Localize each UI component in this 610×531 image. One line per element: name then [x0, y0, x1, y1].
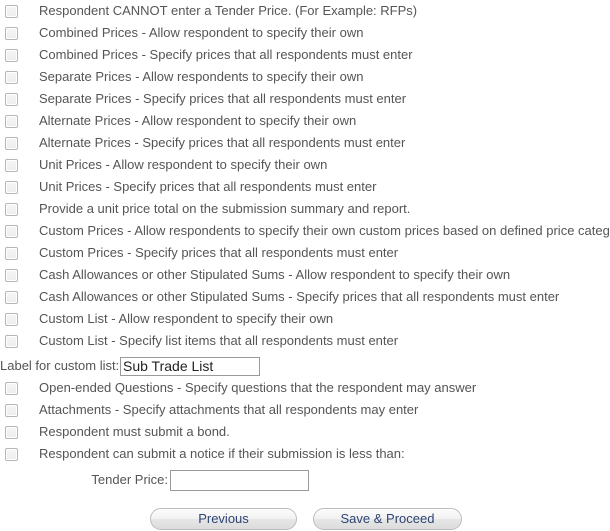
- option-row: Cash Allowances or other Stipulated Sums…: [0, 264, 610, 286]
- form-actions: Previous Save & Proceed: [0, 508, 610, 530]
- checkbox-respondent-can-submit-notice[interactable]: [5, 447, 18, 461]
- option-label[interactable]: Separate Prices - Allow respondents to s…: [39, 69, 363, 85]
- previous-button[interactable]: Previous: [150, 508, 297, 530]
- option-row: Respondent must submit a bond.: [0, 421, 610, 443]
- pricing-options-list: Respondent CANNOT enter a Tender Price. …: [0, 0, 610, 352]
- option-label[interactable]: Combined Prices - Specify prices that al…: [39, 47, 413, 63]
- checkbox-unit-prices-specify-prices[interactable]: [5, 180, 18, 194]
- option-label[interactable]: Unit Prices - Specify prices that all re…: [39, 179, 376, 195]
- checkbox-unit-price-total-on-summary[interactable]: [5, 202, 18, 216]
- checkbox-cash-allowances-specify-prices[interactable]: [5, 290, 18, 304]
- checkbox-respondent-cannot-enter-tender-price[interactable]: [5, 4, 18, 18]
- checkbox-separate-prices-allow-respondents[interactable]: [5, 70, 18, 84]
- checkbox-alternate-prices-allow-respondent[interactable]: [5, 114, 18, 128]
- option-label[interactable]: Respondent must submit a bond.: [39, 424, 230, 440]
- option-label[interactable]: Alternate Prices - Specify prices that a…: [39, 135, 405, 151]
- custom-list-label-row: Label for custom list:: [0, 355, 610, 377]
- option-label[interactable]: Respondent can submit a notice if their …: [39, 446, 405, 462]
- custom-list-label-input[interactable]: [120, 356, 260, 376]
- option-row: Combined Prices - Specify prices that al…: [0, 44, 610, 66]
- tender-price-row: Tender Price:: [0, 469, 610, 491]
- option-row: Attachments - Specify attachments that a…: [0, 399, 610, 421]
- option-label[interactable]: Attachments - Specify attachments that a…: [39, 402, 418, 418]
- option-row: Open-ended Questions - Specify questions…: [0, 377, 610, 399]
- option-label[interactable]: Provide a unit price total on the submis…: [39, 201, 410, 217]
- tender-price-label: Tender Price:: [91, 472, 168, 487]
- checkbox-custom-list-allow-respondent[interactable]: [5, 312, 18, 326]
- option-row: Custom Prices - Specify prices that all …: [0, 242, 610, 264]
- option-row: Provide a unit price total on the submis…: [0, 198, 610, 220]
- option-label[interactable]: Open-ended Questions - Specify questions…: [39, 380, 476, 396]
- checkbox-combined-prices-specify-prices[interactable]: [5, 48, 18, 62]
- option-row: Unit Prices - Specify prices that all re…: [0, 176, 610, 198]
- option-label[interactable]: Combined Prices - Allow respondent to sp…: [39, 25, 363, 41]
- option-label[interactable]: Custom List - Allow respondent to specif…: [39, 311, 333, 327]
- option-label[interactable]: Cash Allowances or other Stipulated Sums…: [39, 289, 559, 305]
- checkbox-custom-prices-allow-respondents[interactable]: [5, 224, 18, 238]
- option-label[interactable]: Cash Allowances or other Stipulated Sums…: [39, 267, 510, 283]
- tender-price-input[interactable]: [170, 469, 309, 491]
- option-label[interactable]: Respondent CANNOT enter a Tender Price. …: [39, 3, 417, 19]
- checkbox-respondent-must-submit-bond[interactable]: [5, 425, 18, 439]
- option-label[interactable]: Separate Prices - Specify prices that al…: [39, 91, 406, 107]
- checkbox-unit-prices-allow-respondent[interactable]: [5, 158, 18, 172]
- custom-list-label-text: Label for custom list:: [0, 358, 120, 373]
- checkbox-open-ended-questions[interactable]: [5, 381, 18, 395]
- option-row: Respondent CANNOT enter a Tender Price. …: [0, 0, 610, 22]
- option-label[interactable]: Custom Prices - Allow respondents to spe…: [39, 223, 610, 239]
- save-and-proceed-button[interactable]: Save & Proceed: [313, 508, 462, 530]
- checkbox-separate-prices-specify-prices[interactable]: [5, 92, 18, 106]
- option-label[interactable]: Custom List - Specify list items that al…: [39, 333, 398, 349]
- option-row: Respondent can submit a notice if their …: [0, 443, 610, 465]
- option-row: Combined Prices - Allow respondent to sp…: [0, 22, 610, 44]
- option-row: Custom List - Specify list items that al…: [0, 330, 610, 352]
- option-row: Custom List - Allow respondent to specif…: [0, 308, 610, 330]
- option-row: Alternate Prices - Allow respondent to s…: [0, 110, 610, 132]
- checkbox-alternate-prices-specify-prices[interactable]: [5, 136, 18, 150]
- checkbox-cash-allowances-allow-respondent[interactable]: [5, 268, 18, 282]
- option-label[interactable]: Unit Prices - Allow respondent to specif…: [39, 157, 327, 173]
- checkbox-custom-list-specify-list-items[interactable]: [5, 334, 18, 348]
- tender-price-options-form: Respondent CANNOT enter a Tender Price. …: [0, 0, 610, 531]
- option-row: Custom Prices - Allow respondents to spe…: [0, 220, 610, 242]
- checkbox-custom-prices-specify-prices[interactable]: [5, 246, 18, 260]
- submission-options-list: Open-ended Questions - Specify questions…: [0, 377, 610, 465]
- checkbox-attachments-specify[interactable]: [5, 403, 18, 417]
- option-row: Separate Prices - Specify prices that al…: [0, 88, 610, 110]
- option-label[interactable]: Alternate Prices - Allow respondent to s…: [39, 113, 356, 129]
- option-label[interactable]: Custom Prices - Specify prices that all …: [39, 245, 398, 261]
- option-row: Unit Prices - Allow respondent to specif…: [0, 154, 610, 176]
- checkbox-combined-prices-allow-respondent[interactable]: [5, 26, 18, 40]
- option-row: Separate Prices - Allow respondents to s…: [0, 66, 610, 88]
- option-row: Alternate Prices - Specify prices that a…: [0, 132, 610, 154]
- option-row: Cash Allowances or other Stipulated Sums…: [0, 286, 610, 308]
